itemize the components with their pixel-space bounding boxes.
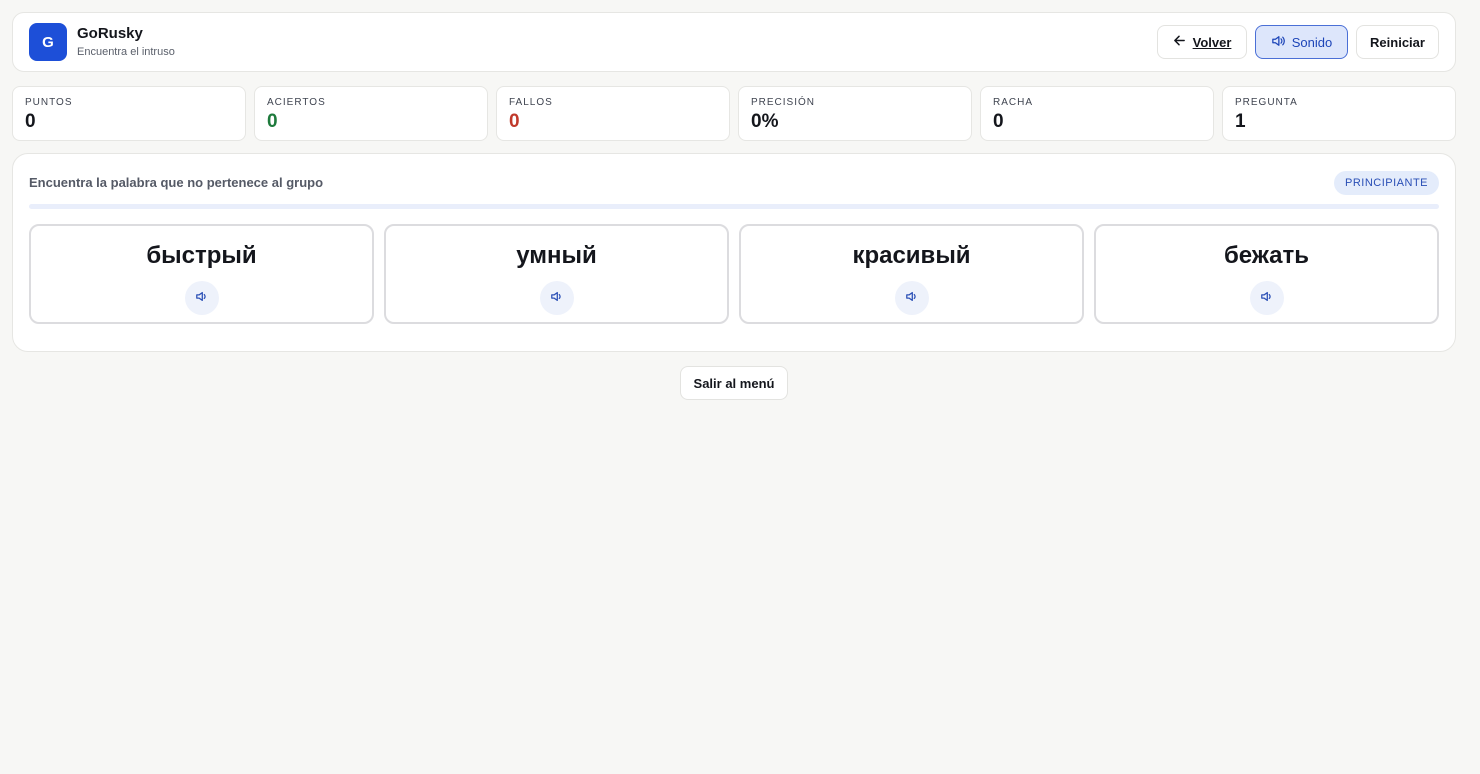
stat-question: PREGUNTA 1 bbox=[1222, 86, 1456, 141]
game-instruction: Encuentra la palabra que no pertenece al… bbox=[29, 175, 324, 190]
word-text: красивый bbox=[852, 242, 971, 269]
word-option[interactable]: бежать bbox=[1094, 224, 1439, 324]
stat-accuracy: PRECISIÓN 0% bbox=[738, 86, 972, 141]
progress-bar bbox=[29, 204, 1439, 209]
level-badge: PRINCIPIANTE bbox=[1333, 171, 1439, 195]
stat-label: PRECISIÓN bbox=[751, 97, 816, 108]
speaker-icon bbox=[550, 289, 563, 307]
app-header: G GoRusky Encuentra el intruso Volver So… bbox=[12, 12, 1456, 72]
stat-value: 0 bbox=[993, 111, 1004, 132]
stat-streak: RACHA 0 bbox=[980, 86, 1214, 141]
stat-value: 0% bbox=[751, 111, 779, 132]
stat-label: PREGUNTA bbox=[1235, 97, 1298, 108]
game-card: Encuentra la palabra que no pertenece al… bbox=[12, 153, 1456, 352]
sound-button-label: Sonido bbox=[1291, 34, 1333, 50]
word-text: быстрый bbox=[146, 242, 257, 269]
app-subtitle: Encuentra el intruso bbox=[77, 46, 175, 58]
stat-label: ACIERTOS bbox=[267, 97, 326, 108]
speaker-icon bbox=[1271, 35, 1285, 50]
stat-value: 0 bbox=[509, 111, 520, 132]
app-title: GoRusky bbox=[77, 25, 143, 42]
stat-label: FALLOS bbox=[509, 97, 553, 108]
speaker-icon bbox=[905, 289, 918, 307]
app-logo: G bbox=[29, 23, 67, 61]
word-text: бежать bbox=[1223, 242, 1310, 269]
restart-button[interactable]: Reiniciar bbox=[1356, 25, 1439, 59]
stat-label: PUNTOS bbox=[25, 97, 73, 108]
stat-wrong: FALLOS 0 bbox=[496, 86, 730, 141]
sound-toggle-button[interactable]: Sonido bbox=[1255, 25, 1348, 59]
speaker-icon bbox=[195, 289, 208, 307]
stat-correct: ACIERTOS 0 bbox=[254, 86, 488, 141]
restart-button-label: Reiniciar bbox=[1370, 34, 1425, 50]
back-button[interactable]: Volver bbox=[1157, 25, 1247, 59]
play-audio-button[interactable] bbox=[894, 281, 929, 315]
play-audio-button[interactable] bbox=[539, 281, 574, 315]
stat-value: 0 bbox=[25, 111, 36, 132]
play-audio-button[interactable] bbox=[1249, 281, 1284, 315]
exit-to-menu-button[interactable]: Salir al menú bbox=[680, 366, 788, 400]
word-text: умный bbox=[516, 242, 597, 269]
speaker-icon bbox=[1260, 289, 1273, 307]
stat-points: PUNTOS 0 bbox=[12, 86, 246, 141]
stat-label: RACHA bbox=[993, 97, 1034, 108]
arrow-left-icon bbox=[1173, 34, 1186, 50]
word-option[interactable]: красивый bbox=[739, 224, 1084, 324]
stat-value: 0 bbox=[267, 111, 278, 132]
back-button-label: Volver bbox=[1192, 34, 1232, 50]
play-audio-button[interactable] bbox=[184, 281, 219, 315]
word-option[interactable]: быстрый bbox=[29, 224, 374, 324]
word-option[interactable]: умный bbox=[384, 224, 729, 324]
stat-value: 1 bbox=[1235, 111, 1246, 132]
